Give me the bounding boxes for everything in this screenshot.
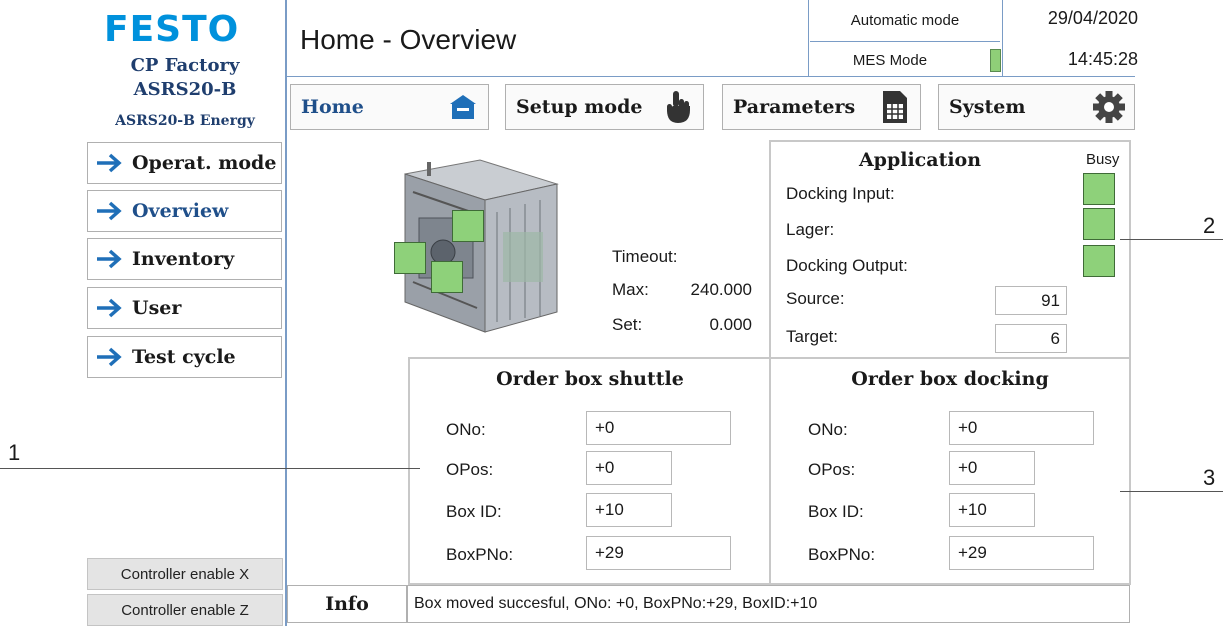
sidebar-item-operat-mode[interactable]: Operat. mode	[87, 142, 282, 184]
callout-line-2	[1120, 239, 1223, 240]
tab-system-label: System	[949, 96, 1026, 118]
timeout-label: Timeout:	[612, 247, 678, 266]
arrow-right-icon	[96, 152, 124, 174]
application-title: Application	[858, 149, 982, 171]
shuttle-ono-field: +0	[586, 411, 731, 445]
sidebar-divider	[285, 0, 287, 626]
callout-number-2: 2	[1203, 213, 1216, 238]
docking-opos-label: OPos:	[808, 460, 856, 479]
info-message: Box moved succesful, ONo: +0, BoxPNo:+29…	[407, 585, 1130, 623]
callout-number-1: 1	[8, 440, 21, 465]
docking-boxpno-label: BoxPNo:	[808, 545, 876, 564]
time-display: 14:45:28	[1067, 49, 1138, 69]
docking-ono-label: ONo:	[808, 420, 848, 439]
arrow-right-icon	[96, 248, 124, 270]
timeout-set-value: 0.000	[709, 315, 752, 334]
sidebar-item-label: Overview	[132, 200, 229, 222]
mes-mode-indicator	[990, 49, 1001, 72]
target-value-field: 6	[995, 324, 1067, 353]
docking-input-busy-indicator	[1083, 173, 1115, 205]
arrow-right-icon	[96, 346, 124, 368]
controller-enable-z-button[interactable]: Controller enable Z	[87, 594, 283, 626]
shuttle-opos-label: OPos:	[446, 460, 494, 479]
tab-parameters[interactable]: Parameters	[722, 84, 921, 130]
timeout-set-label: Set:	[612, 315, 643, 334]
mes-mode-label: MES Mode	[852, 52, 928, 69]
home-icon	[444, 88, 482, 126]
shuttle-boxpno-label: BoxPNo:	[446, 545, 514, 564]
shuttle-boxpno-field: +29	[586, 536, 731, 570]
info-label: Info	[287, 585, 407, 623]
tab-home-label: Home	[301, 96, 364, 118]
gear-icon	[1090, 88, 1128, 126]
sidebar-item-test-cycle[interactable]: Test cycle	[87, 336, 282, 378]
shuttle-ono-label: ONo:	[446, 420, 486, 439]
sidebar-item-label: User	[132, 297, 182, 319]
arrow-right-icon	[96, 297, 124, 319]
source-label: Source:	[786, 289, 845, 308]
docking-boxid-field: +10	[949, 493, 1035, 527]
brand-line-variant: ASRS20-B Energy	[115, 113, 255, 129]
tab-parameters-label: Parameters	[733, 96, 856, 118]
sidebar-item-label: Test cycle	[132, 346, 236, 368]
document-icon	[876, 88, 914, 126]
tab-home[interactable]: Home	[290, 84, 489, 130]
docking-input-label: Docking Input:	[786, 184, 895, 203]
brand-line-factory: CP Factory	[130, 55, 240, 76]
lager-busy-indicator	[1083, 208, 1115, 240]
docking-input-indicator	[394, 242, 426, 274]
lager-position-indicator	[431, 261, 463, 293]
header-divider	[287, 76, 1135, 77]
mode-underline	[810, 41, 1000, 42]
docking-opos-field: +0	[949, 451, 1035, 485]
timeout-max-label: Max:	[612, 280, 649, 299]
shuttle-opos-field: +0	[586, 451, 672, 485]
source-value-field: 91	[995, 286, 1067, 315]
brand-line-station: ASRS20-B	[133, 79, 237, 100]
sidebar-item-overview[interactable]: Overview	[87, 190, 282, 232]
sidebar-item-label: Operat. mode	[132, 152, 277, 174]
sidebar-item-inventory[interactable]: Inventory	[87, 238, 282, 280]
sidebar-item-user[interactable]: User	[87, 287, 282, 329]
docking-ono-field: +0	[949, 411, 1094, 445]
order-box-docking-title: Order box docking	[851, 368, 1049, 390]
shuttle-position-indicator	[452, 210, 484, 242]
docking-output-label: Docking Output:	[786, 256, 908, 275]
busy-label: Busy	[1086, 151, 1120, 168]
callout-line-1	[0, 468, 420, 469]
docking-output-busy-indicator	[1083, 245, 1115, 277]
docking-boxid-label: Box ID:	[808, 502, 864, 521]
callout-number-3: 3	[1203, 465, 1216, 490]
tab-system[interactable]: System	[938, 84, 1135, 130]
docking-boxpno-field: +29	[949, 536, 1094, 570]
tab-setup-mode[interactable]: Setup mode	[505, 84, 704, 130]
order-box-shuttle-title: Order box shuttle	[496, 368, 684, 390]
target-label: Target:	[786, 327, 838, 346]
header-separator	[1002, 0, 1003, 76]
callout-line-3	[1120, 491, 1223, 492]
mode-status: Automatic mode	[850, 12, 960, 29]
shuttle-boxid-label: Box ID:	[446, 502, 502, 521]
timeout-max-value: 240.000	[690, 280, 752, 299]
sidebar-item-label: Inventory	[132, 248, 235, 270]
shuttle-boxid-field: +10	[586, 493, 672, 527]
festo-logo: FESTO	[104, 9, 240, 50]
hand-pointer-icon	[659, 88, 697, 126]
header-separator	[808, 0, 809, 76]
arrow-right-icon	[96, 200, 124, 222]
controller-enable-x-button[interactable]: Controller enable X	[87, 558, 283, 590]
tab-setup-label: Setup mode	[516, 96, 643, 118]
page-title: Home - Overview	[300, 24, 517, 55]
date-display: 29/04/2020	[1047, 8, 1138, 28]
lager-label: Lager:	[786, 220, 835, 239]
